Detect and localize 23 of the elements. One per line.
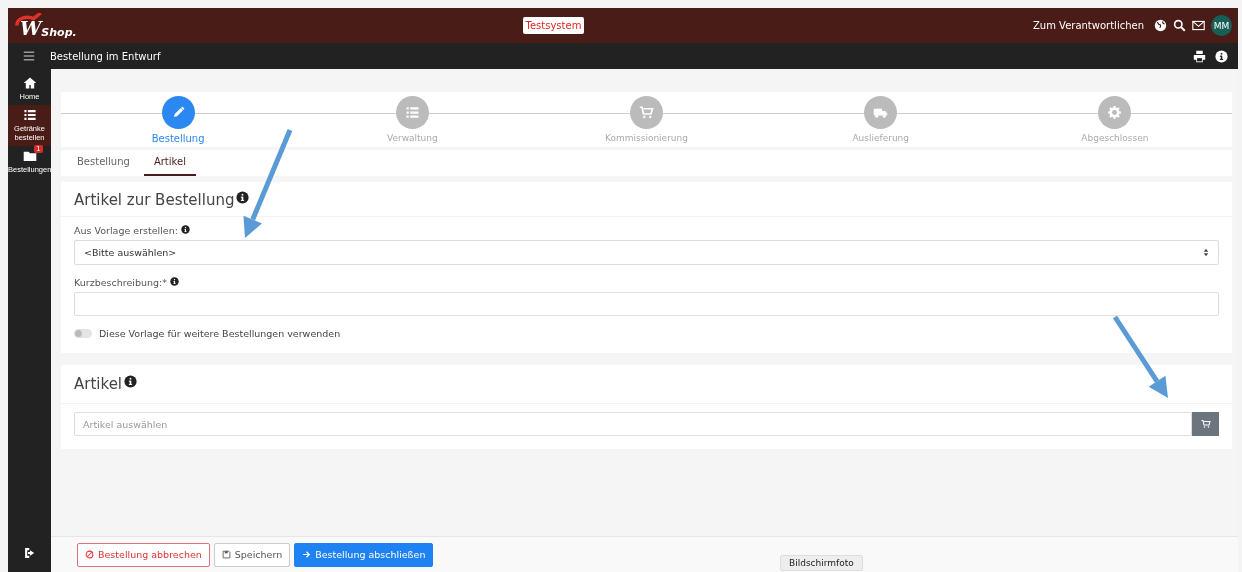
step-label: Verwaltung [386, 133, 438, 143]
environment-badge: Testsystem [522, 17, 585, 34]
step-label: Kommissionierung [605, 133, 688, 143]
action-button[interactable]: Speichern [213, 542, 291, 567]
step-label: Abgeschlossen [1081, 133, 1149, 143]
article-search-field[interactable]: Artikel auswählen [74, 412, 1192, 436]
logo: WShop. [14, 10, 74, 41]
template-select[interactable]: <Bitte auswählen> [74, 240, 1219, 265]
tab[interactable]: Bestellung [67, 150, 140, 176]
page-title: Bestellung im Entwurf [50, 50, 162, 62]
field-label: Aus Vorlage erstellen: [74, 225, 178, 236]
panel-title: Artikel [74, 375, 123, 393]
toggle-label: Diese Vorlage für weitere Bestellungen verwenden [99, 328, 341, 339]
responsible-link[interactable]: Zum Verantwortlichen [1032, 20, 1144, 31]
step-label: Bestellung [151, 133, 205, 144]
action-button[interactable]: Bestellung abschließen [294, 542, 434, 567]
panel-title: Artikel zur Bestellung [74, 191, 235, 209]
tab[interactable]: Artikel [143, 150, 196, 176]
step-label: Auslieferung [852, 133, 909, 143]
action-button[interactable]: Bestellung abbrechen [77, 542, 210, 567]
field-label: Kurzbeschreibung:* [74, 277, 167, 288]
user-avatar[interactable]: MM [1211, 15, 1232, 36]
tooltip: Bildschirmfoto [780, 555, 863, 571]
